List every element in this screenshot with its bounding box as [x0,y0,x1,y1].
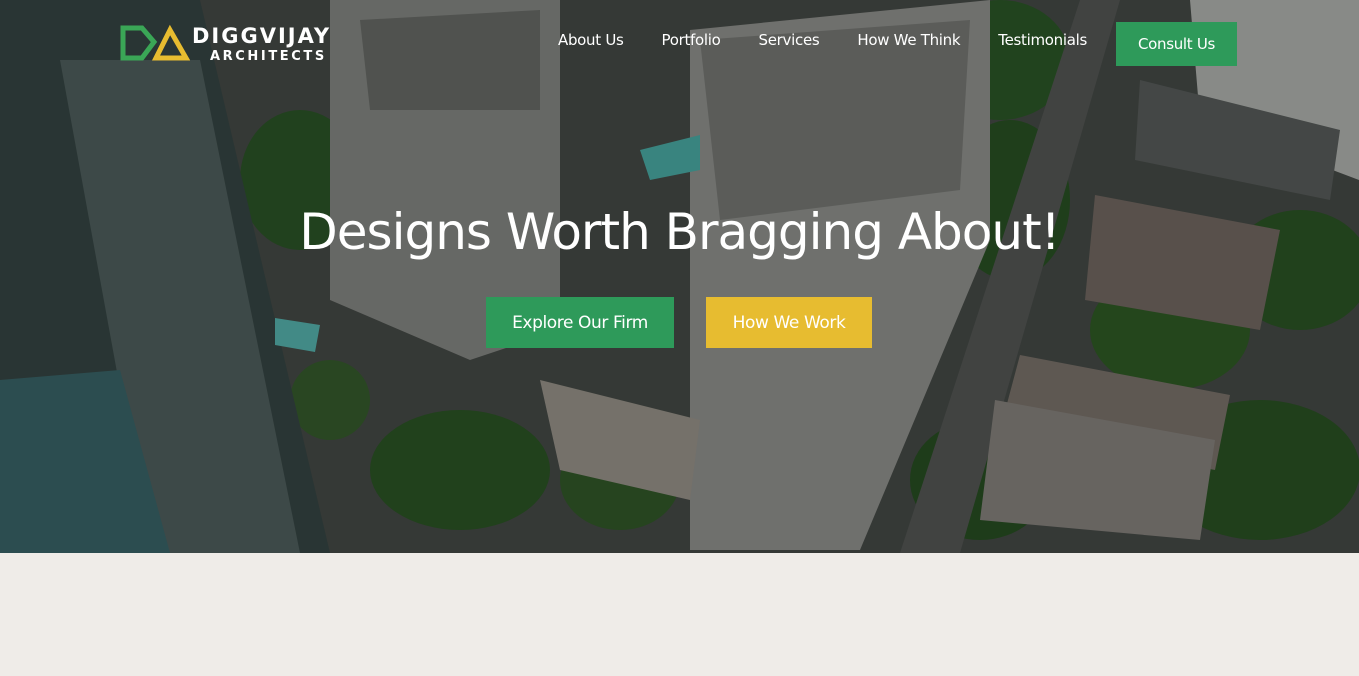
consult-us-button[interactable]: Consult Us [1116,22,1237,66]
hero-overlay [0,0,1359,553]
how-we-work-button[interactable]: How We Work [706,297,872,348]
brand-subtitle: ARCHITECTS [210,48,327,64]
nav-item-portfolio[interactable]: Portfolio [662,31,721,49]
nav-item-about-us[interactable]: About Us [558,31,624,49]
hero-headline: Designs Worth Bragging About! [299,203,1060,261]
logo-mark-icon [120,24,190,61]
brand-logo[interactable]: DIGGVIJAY ARCHITECTS [120,24,331,64]
hero-section: DIGGVIJAY ARCHITECTS About Us Portfolio … [0,0,1359,553]
nav-item-testimonials[interactable]: Testimonials [998,31,1087,49]
brand-name: DIGGVIJAY [192,23,332,48]
content-section [0,553,1359,676]
nav-item-how-we-think[interactable]: How We Think [857,31,960,49]
nav-item-services[interactable]: Services [759,31,820,49]
main-nav: About Us Portfolio Services How We Think… [558,31,1125,49]
explore-our-firm-button[interactable]: Explore Our Firm [486,297,674,348]
